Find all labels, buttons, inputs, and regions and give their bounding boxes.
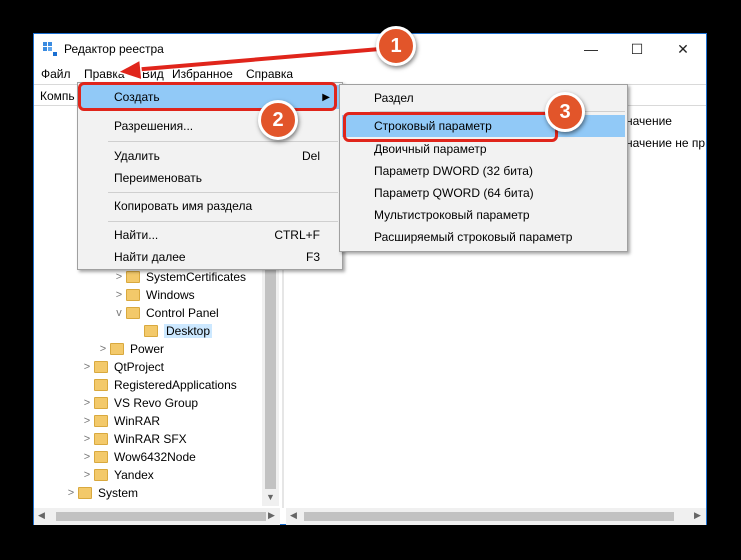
step-badge-2: 2 (258, 100, 298, 140)
step-badge-3: 3 (545, 92, 585, 132)
step-badge-1: 1 (376, 26, 416, 66)
annotation-arrow (116, 45, 384, 82)
